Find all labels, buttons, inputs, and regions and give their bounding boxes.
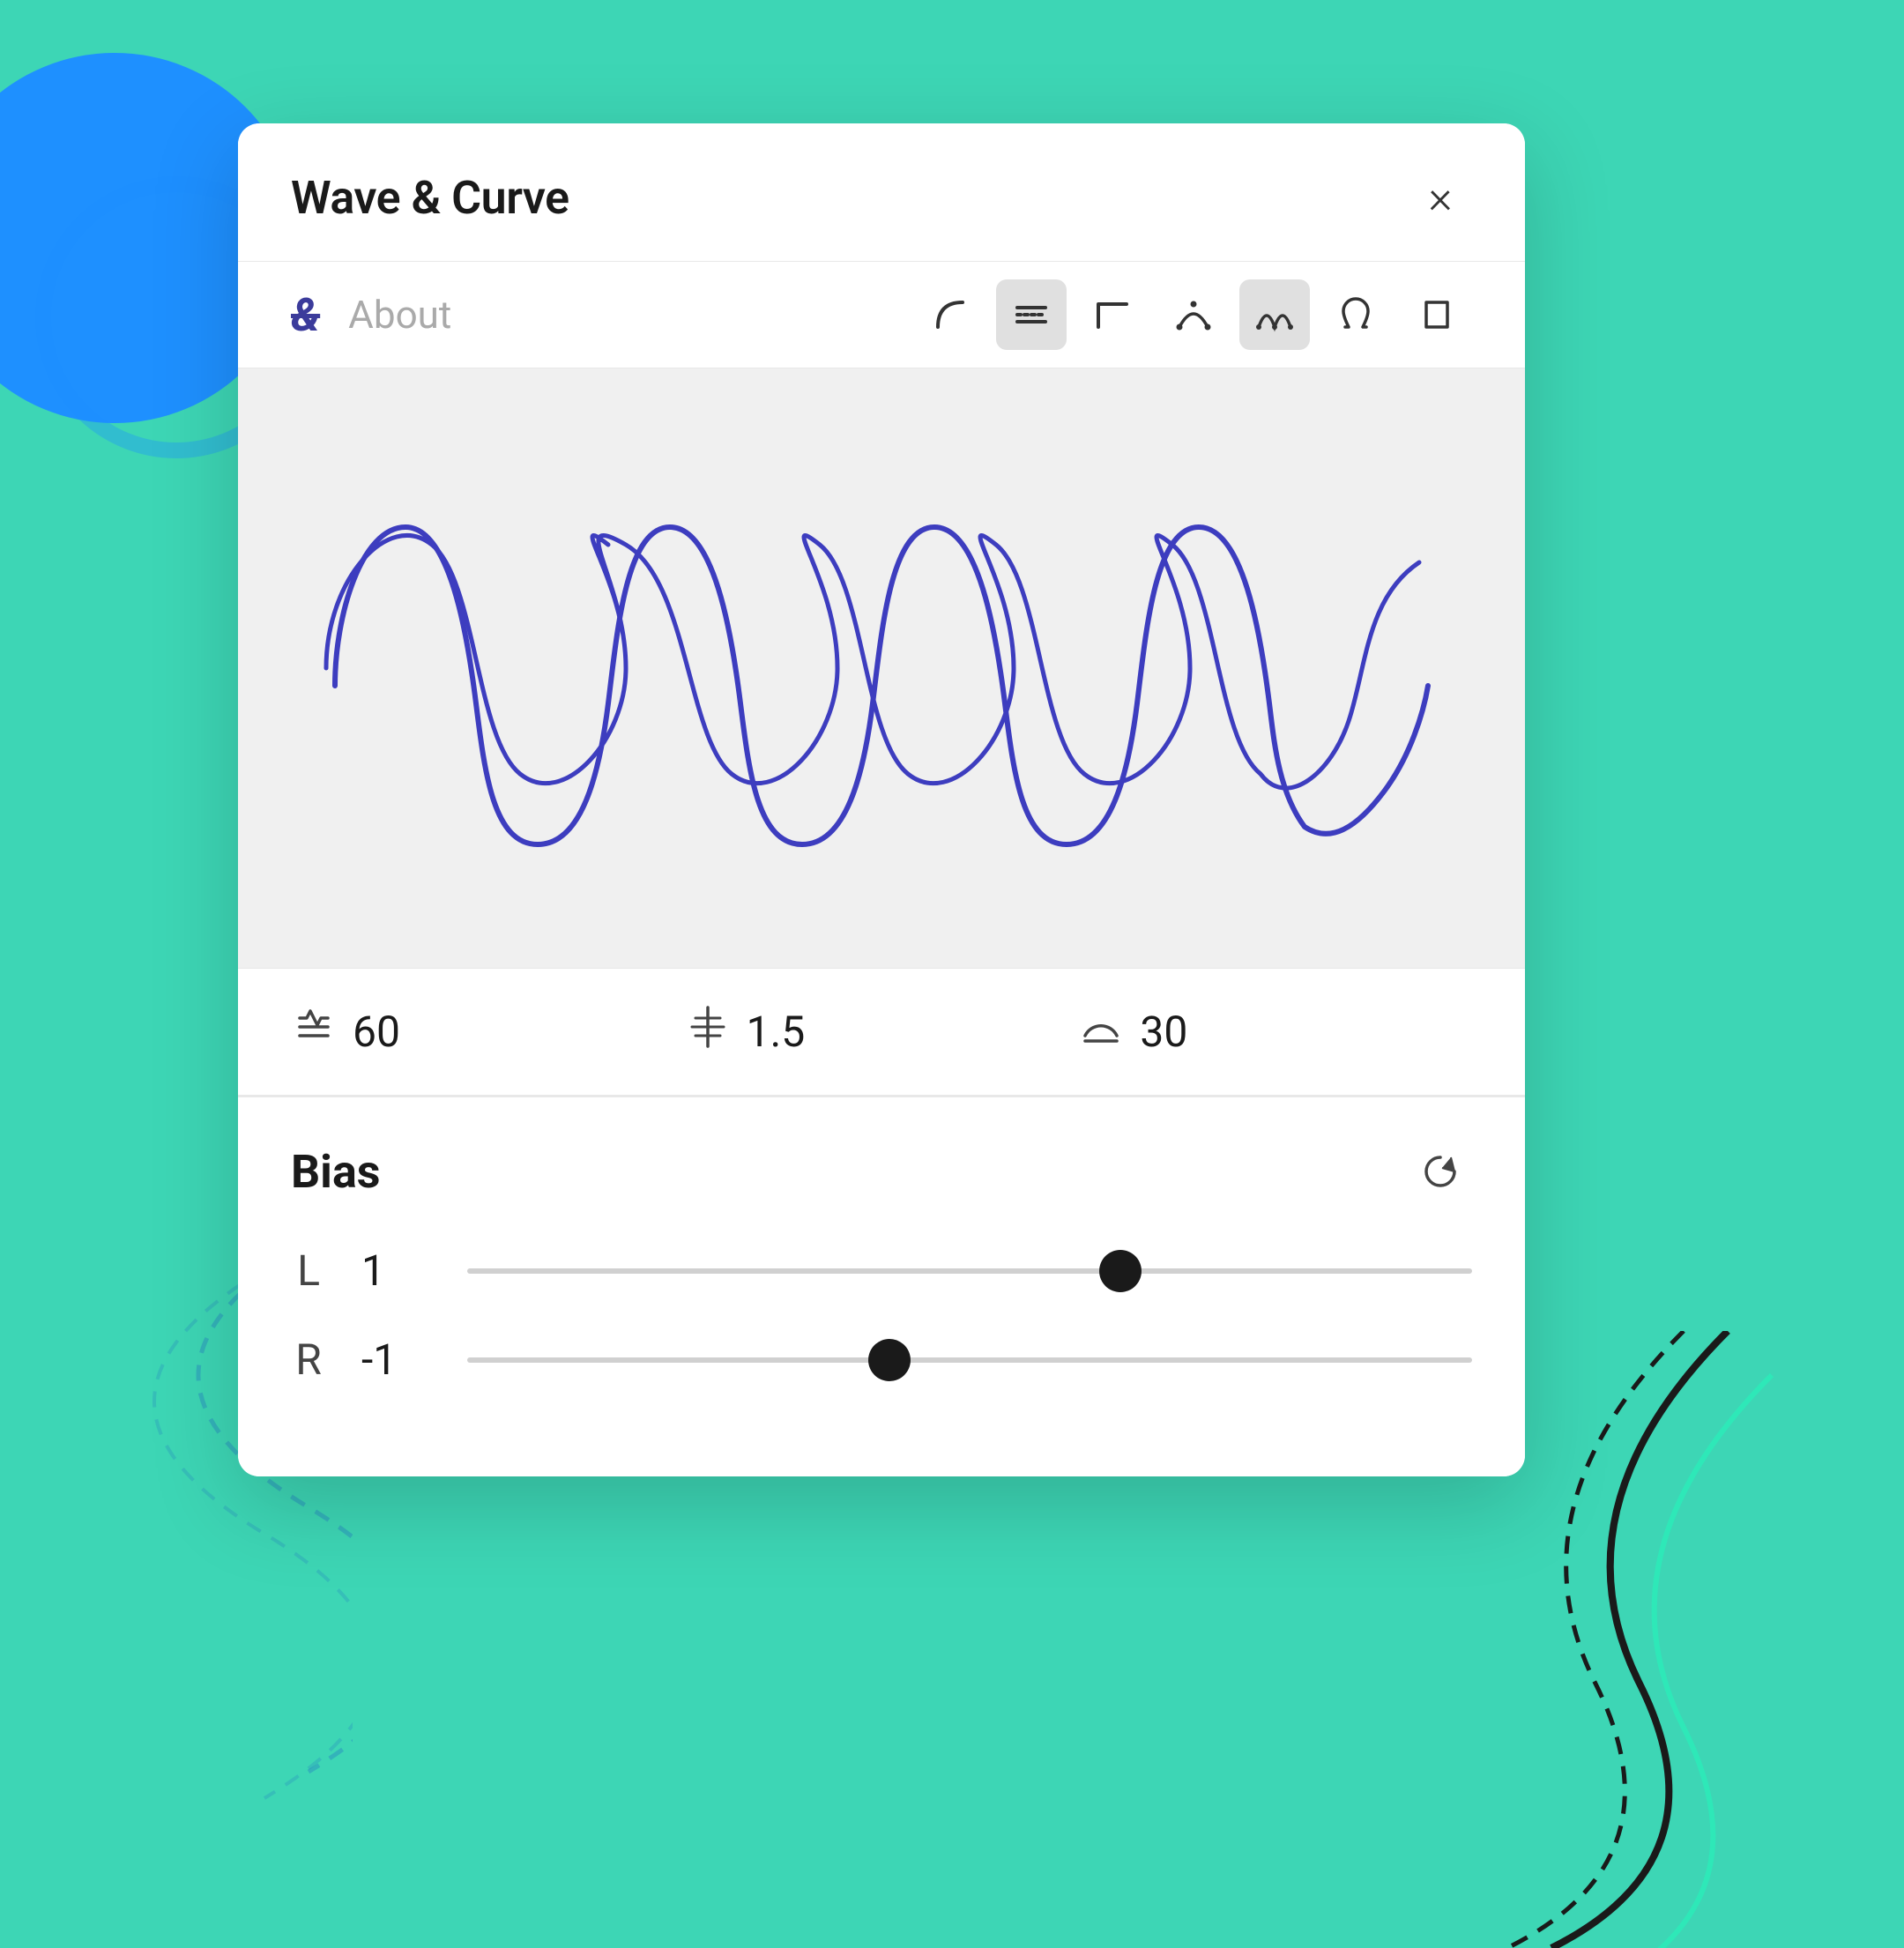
bias-section: Bias L 1 R -1 [238,1095,1525,1476]
toolbar-icon-arch-points[interactable] [1158,279,1229,350]
left-bias-value: 1 [361,1245,432,1296]
toolbar-icon-curve-right[interactable] [915,279,985,350]
frequency-value: 60 [353,1007,400,1057]
toolbar-icon-omega[interactable] [1320,279,1391,350]
frequency-control: 60 [291,1004,685,1060]
right-bias-slider[interactable] [467,1357,1472,1363]
dialog-title: Wave & Curve [291,171,569,225]
amplitude-value: 1.5 [747,1007,806,1057]
amplitude-control: 1.5 [685,1004,1079,1060]
frequency-icon [291,1004,337,1060]
dialog: Wave & Curve × & About [238,123,1525,1476]
toolbar-icon-wave-mid[interactable] [996,279,1067,350]
toolbar-about-label: About [348,292,451,338]
left-bias-label: L [291,1245,326,1296]
bias-reset-button[interactable] [1409,1140,1472,1203]
arc-control: 30 [1078,1004,1472,1060]
right-bias-value: -1 [361,1335,432,1385]
bias-header: Bias [291,1140,1472,1203]
right-bias-label: R [291,1335,326,1385]
right-bias-thumb[interactable] [868,1339,911,1381]
right-bias-row: R -1 [291,1335,1472,1385]
left-bias-row: L 1 [291,1245,1472,1296]
close-button[interactable]: × [1409,166,1472,229]
toolbar-icons [915,279,1472,350]
toolbar: & About [238,261,1525,368]
bias-title: Bias [291,1145,381,1199]
toolbar-icon-corner[interactable] [1077,279,1148,350]
preview-area [238,368,1525,968]
arc-value: 30 [1140,1007,1187,1057]
title-bar: Wave & Curve × [238,123,1525,261]
toolbar-ampersand: & [291,288,320,342]
left-bias-slider[interactable] [467,1268,1472,1274]
wave-preview [291,421,1472,915]
left-bias-thumb[interactable] [1099,1250,1142,1292]
arc-icon [1078,1004,1124,1060]
controls-bar: 60 1.5 30 [238,968,1525,1095]
toolbar-icon-bracket[interactable] [1402,279,1472,350]
amplitude-icon [685,1004,731,1060]
toolbar-icon-double-arch[interactable] [1239,279,1310,350]
